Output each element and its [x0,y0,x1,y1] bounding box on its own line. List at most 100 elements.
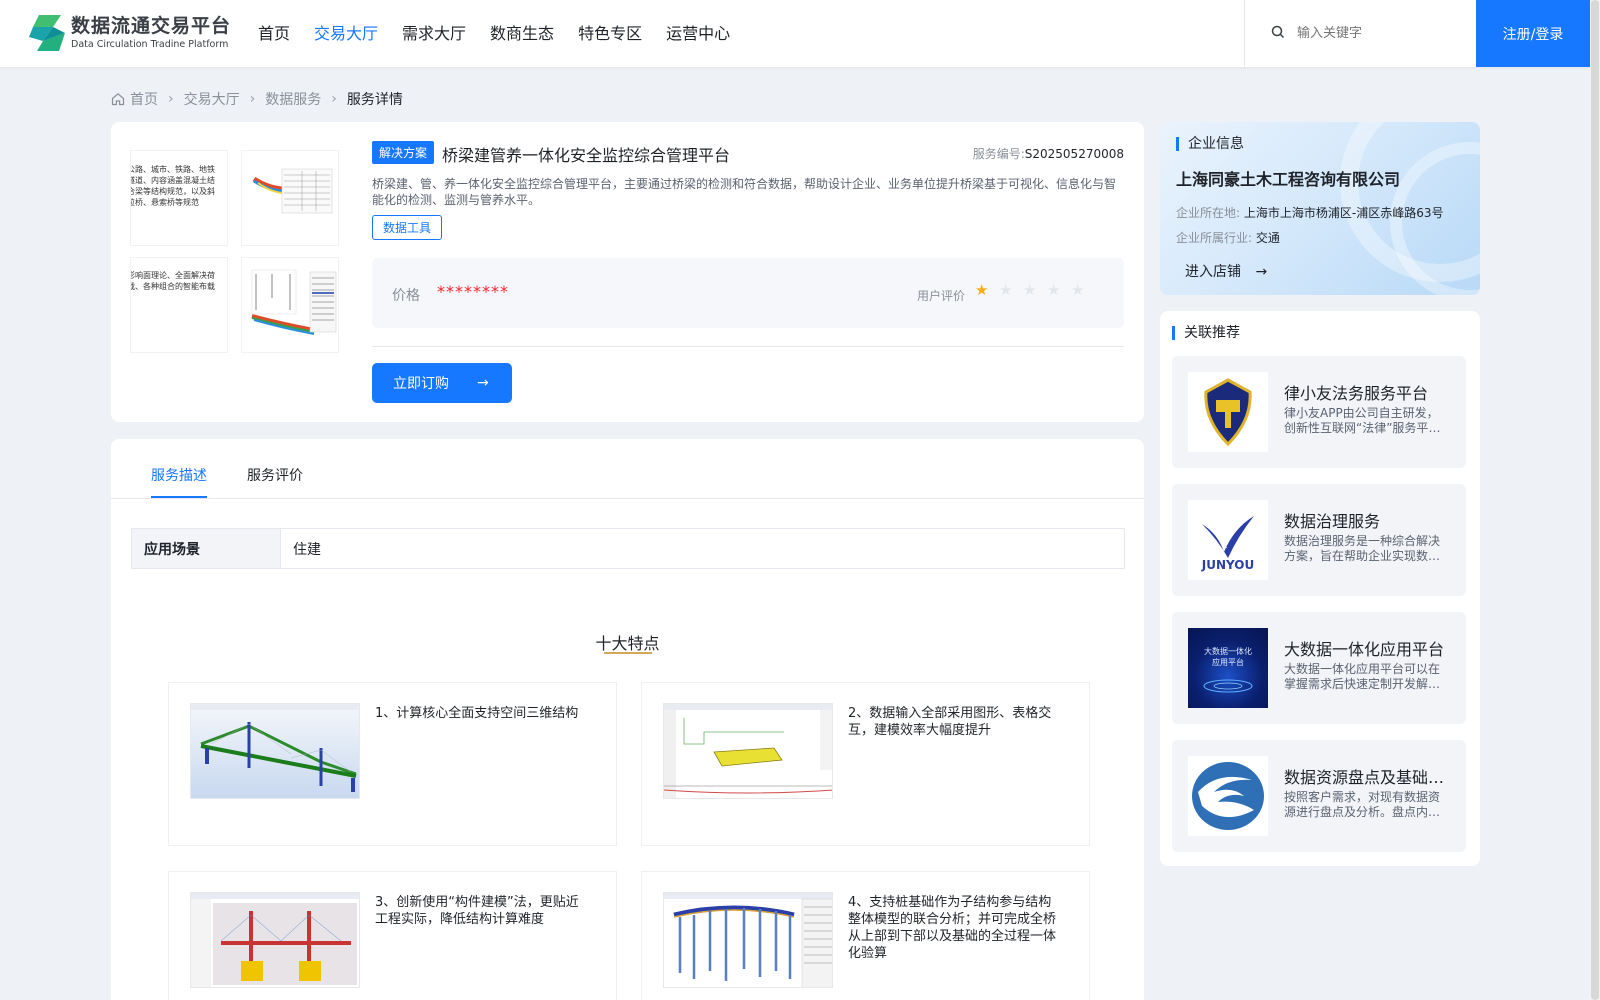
divider [372,346,1124,347]
nav-item[interactable]: 交易大厅 [314,22,378,46]
brand-logo[interactable]: 数据流通交易平台 Data Circulation Tradine Platfo… [29,13,231,53]
enter-shop-link[interactable]: 进入店铺 → [1185,261,1267,281]
breadcrumb-data-service[interactable]: 数据服务 [265,89,321,109]
feature-image [190,892,360,988]
star-icon: ★ [1023,281,1037,299]
recommend-item[interactable]: JUNYOU 数据治理服务 数据治理服务是一种综合解决方案，旨在帮助企业实现数据… [1172,484,1466,596]
recommend-title: 数据治理服务 [1284,512,1381,531]
enterprise-location: 企业所在地: 上海市上海市杨浦区-浦区赤峰路63号 [1176,204,1443,221]
star-icon: ★ [999,281,1013,299]
enterprise-industry-value: 交通 [1255,231,1280,245]
search-box[interactable] [1244,0,1476,67]
recommend-section-title: 关联推荐 [1172,326,1240,340]
active-tab-indicator [151,496,207,498]
swirl-logo-icon [1188,756,1268,836]
tab-service-description[interactable]: 服务描述 [151,465,207,485]
product-title: 桥梁建管养一体化安全监控综合管理平台 [442,146,731,165]
home-icon[interactable] [111,92,125,106]
recommend-title: 律小友法务服务平台 [1284,384,1429,403]
breadcrumb-trade-hall[interactable]: 交易大厅 [184,89,240,109]
arrow-right-icon: → [477,375,489,391]
logo-icon [29,13,67,53]
order-now-label: 立即订购 [393,376,449,392]
enterprise-card: 企业信息 上海同豪土木工程咨询有限公司 企业所在地: 上海市上海市杨浦区-浦区赤… [1160,122,1480,295]
recommend-desc: 按照客户需求，对现有数据资源进行盘点及分析。盘点内容：数据资源目录等 [1284,790,1441,819]
recommend-item[interactable]: 大数据一体化 应用平台 大数据一体化应用平台 大数据一体化应用平台可以在掌握需求… [1172,612,1466,724]
scene-table: 应用场景 住建 [131,528,1125,569]
rating-stars: ★ ★ ★ ★ ★ [975,283,1095,298]
enterprise-section-title: 企业信息 [1176,137,1244,151]
recommend-desc: 数据治理服务是一种综合解决方案，旨在帮助企业实现数据的规范化管理与价值提升 [1284,534,1441,563]
feature-text: 4、支持桩基础作为子结构参与结构整体模型的联合分析；并可完成全桥从上部到下部以及… [848,895,1057,961]
tab-service-review[interactable]: 服务评价 [247,465,303,485]
enter-shop-label: 进入店铺 [1185,264,1241,280]
nav-item[interactable]: 运营中心 [666,22,730,46]
product-thumbnail[interactable]: 公路、城市、铁路、地铁隧道、内容涵盖混凝土结合梁等结构规范，以及斜拉桥、悬索桥等… [130,150,228,246]
product-thumbnail[interactable]: 影响面理论、全面解决荷载、各种组合的智能布载 [130,257,228,353]
scrollbar-thumb[interactable] [1591,0,1599,1000]
breadcrumb: 首页 › 交易大厅 › 数据服务 › 服务详情 [111,89,403,109]
brand-subtitle: Data Circulation Tradine Platform [71,39,229,50]
service-number-value: S202505270008 [1024,147,1124,161]
rating-label: 用户评价 [917,289,966,303]
price-panel: 价格 ******** 用户评价 ★ ★ ★ ★ ★ [372,258,1124,328]
feature-card: 4、支持桩基础作为子结构参与结构整体模型的联合分析；并可完成全桥从上部到下部以及… [641,871,1090,1000]
product-thumbnail[interactable] [241,257,339,353]
feature-text: 1、计算核心全面支持空间三维结构 [375,706,579,721]
features-title: 十大特点 [595,634,660,653]
junyou-logo-icon: JUNYOU [1188,500,1268,580]
category-tag[interactable]: 数据工具 [372,215,443,240]
nav-item[interactable]: 需求大厅 [402,22,466,46]
feature-text: 2、数据输入全部采用图形、表格交互，建模效率大幅度提升 [848,706,1052,738]
junyou-logo-text: JUNYOU [1201,558,1255,572]
scene-key: 应用场景 [132,529,281,568]
gavel-shield-logo-icon [1188,372,1268,452]
enterprise-industry: 企业所属行业: 交通 [1176,229,1280,246]
recommend-title: 数据资源盘点及基础数据治理服务 [1284,768,1454,787]
nav-item[interactable]: 数商生态 [490,22,554,46]
page-scrollbar[interactable] [1590,0,1600,1000]
recommend-desc: 大数据一体化应用平台可以在掌握需求后快速定制开发解决方案的应用平台 [1284,662,1441,691]
main-nav: 首页 交易大厅 需求大厅 数商生态 特色专区 运营中心 [258,22,754,46]
star-icon: ★ [1047,281,1061,299]
enterprise-location-value: 上海市上海市杨浦区-浦区赤峰路63号 [1243,206,1444,220]
breadcrumb-separator: › [331,91,337,107]
feature-card: 2、数据输入全部采用图形、表格交互，建模效率大幅度提升 [641,682,1090,846]
breadcrumb-separator: › [168,91,174,107]
top-navbar: 数据流通交易平台 Data Circulation Tradine Platfo… [0,0,1590,67]
breadcrumb-current: 服务详情 [346,92,403,108]
register-login-button[interactable]: 注册/登录 [1476,0,1590,67]
feature-image [663,703,833,799]
features-title-underline [604,652,652,654]
service-number-label: 服务编号: [972,147,1025,161]
recommend-title: 大数据一体化应用平台 [1284,640,1445,659]
enterprise-industry-label: 企业所属行业: [1176,231,1253,245]
detail-tabs: 服务描述 服务评价 [111,439,1144,499]
recommend-item[interactable]: 数据资源盘点及基础数据治理服务 按照客户需求，对现有数据资源进行盘点及分析。盘点… [1172,740,1466,852]
search-icon [1271,24,1285,43]
recommend-card: 关联推荐 律小友法务服务平台 律小友APP由公司自主研发，创新性互联网“法律”服… [1160,311,1480,866]
search-input[interactable] [1297,26,1467,41]
enterprise-name: 上海同豪土木工程咨询有限公司 [1176,170,1401,189]
feature-image [663,892,833,988]
order-now-button[interactable]: 立即订购 → [372,363,512,403]
nav-item[interactable]: 特色专区 [578,22,642,46]
star-icon: ★ [975,281,989,299]
scene-value: 住建 [293,541,321,558]
product-card: 公路、城市、铁路、地铁隧道、内容涵盖混凝土结合梁等结构规范，以及斜拉桥、悬索桥等… [111,122,1144,422]
product-thumbnail[interactable] [241,150,339,246]
nav-item[interactable]: 首页 [258,22,290,46]
recommend-item[interactable]: 律小友法务服务平台 律小友APP由公司自主研发，创新性互联网“法律”服务平台，为… [1172,356,1466,468]
recommend-desc: 律小友APP由公司自主研发，创新性互联网“法律”服务平台，为用户提供一站式法律服… [1284,406,1439,435]
solution-tag: 解决方案 [372,141,435,164]
enterprise-location-label: 企业所在地: [1176,206,1241,220]
product-description: 桥梁建、管、养一体化安全监控综合管理平台，主要通过桥梁的检测和符合数据，帮助设计… [372,177,1117,207]
thumbnail-text: 公路、城市、铁路、地铁隧道、内容涵盖混凝土结合梁等结构规范，以及斜拉桥、悬索桥等… [130,165,215,207]
feature-card: 1、计算核心全面支持空间三维结构 [168,682,617,846]
brand-name: 数据流通交易平台 [71,15,232,37]
feature-card: 3、创新使用“构件建模”法，更贴近工程实际，降低结构计算难度 [168,871,617,1000]
breadcrumb-home[interactable]: 首页 [130,89,158,109]
service-detail-card: 服务描述 服务评价 应用场景 住建 十大特点 1、计算核心全面支持空间三维结构 [111,439,1144,1000]
arrow-right-icon: → [1255,264,1268,280]
service-number: 服务编号:S202505270008 [973,145,1124,162]
